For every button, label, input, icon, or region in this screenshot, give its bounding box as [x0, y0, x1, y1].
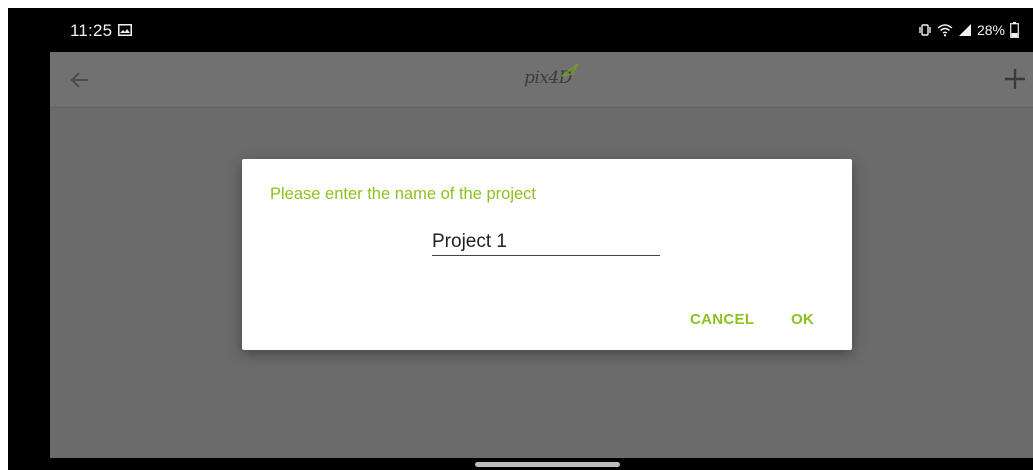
signal-icon: [958, 23, 972, 37]
navigation-bar: [8, 458, 1033, 470]
screen: 11:25 28% pix4D Please enter the name of…: [0, 0, 1033, 470]
status-icons: 28%: [918, 21, 1019, 39]
gallery-icon: [118, 23, 132, 36]
battery-text: 28%: [976, 22, 1005, 38]
battery-icon: [1010, 22, 1019, 38]
project-name-dialog: Please enter the name of the project CAN…: [242, 159, 852, 350]
ok-button[interactable]: OK: [791, 311, 814, 328]
status-time: 11:25: [70, 21, 113, 40]
project-name-input[interactable]: [432, 229, 660, 256]
cancel-button[interactable]: CANCEL: [690, 311, 754, 328]
home-indicator[interactable]: [475, 462, 620, 467]
plus-icon: [1005, 69, 1025, 89]
dialog-title: Please enter the name of the project: [270, 185, 536, 203]
app-bar: pix4D: [50, 52, 1033, 108]
arrow-left-icon: [70, 72, 88, 88]
vibrate-icon: [918, 23, 932, 37]
back-button[interactable]: [66, 66, 94, 94]
status-bar: 11:25 28%: [8, 8, 1033, 52]
app-logo: pix4D: [524, 63, 579, 96]
device-frame: 11:25 28% pix4D Please enter the name of…: [8, 8, 1033, 470]
add-project-button[interactable]: [1001, 65, 1029, 93]
logo-mark-icon: [561, 63, 579, 77]
wifi-icon: [937, 23, 953, 37]
